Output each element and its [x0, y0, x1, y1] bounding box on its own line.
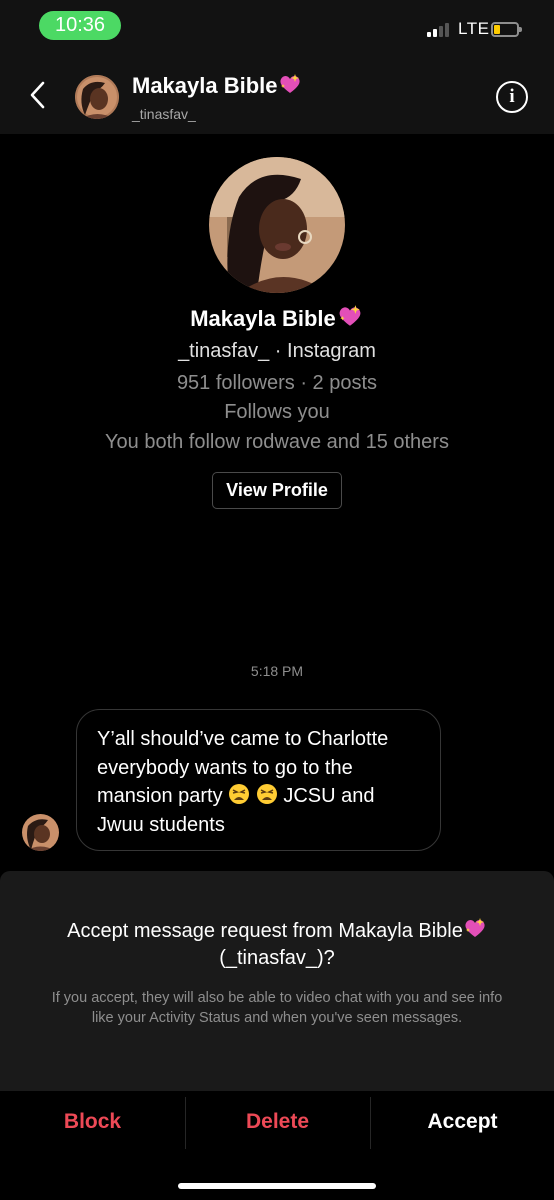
action-bar: Block Delete Accept [0, 1091, 554, 1200]
back-button[interactable] [26, 78, 50, 112]
message-line: mansion party JCSU and [97, 784, 375, 807]
info-button[interactable]: i [496, 81, 528, 113]
message-line: Y’all should’ve came to Charlotte [97, 728, 389, 750]
sparkling-heart-icon [279, 74, 300, 93]
profile-stats: 951 followers · 2 posts [176, 372, 378, 394]
request-title: Accept message request from Makayla Bibl… [30, 916, 524, 972]
chevron-left-icon [30, 81, 45, 109]
status-bar: 10:36 LTE [0, 0, 554, 56]
status-time: 10:36 [39, 11, 121, 40]
home-indicator[interactable] [178, 1183, 376, 1189]
message-line: Jwuu students [97, 813, 225, 836]
profile-avatar[interactable] [209, 157, 345, 293]
accept-button[interactable]: Accept [370, 1091, 554, 1153]
message-bubble[interactable]: Y’all should’ve came to Charlotte everyb… [76, 709, 441, 851]
info-icon: i [509, 86, 515, 107]
sender-avatar[interactable] [22, 814, 59, 851]
delete-button[interactable]: Delete [185, 1091, 370, 1153]
avatar[interactable] [75, 75, 119, 119]
network-type: LTE [458, 19, 490, 38]
block-button[interactable]: Block [0, 1091, 185, 1153]
chat-header: Makayla Bible _tinasfav_ i [0, 56, 554, 134]
profile-name: Makayla Bible [0, 303, 554, 332]
header-username: _tinasfav_ [132, 106, 196, 122]
battery-icon [491, 22, 522, 37]
view-profile-button[interactable]: View Profile [212, 472, 342, 509]
profile-handle: _tinasfav_ · Instagram [178, 340, 376, 362]
request-description: If you accept, they will also be able to… [51, 990, 503, 1026]
mutual-followers: You both follow rodwave and 15 others [105, 431, 449, 453]
message-request-panel: Accept message request from Makayla Bibl… [0, 871, 554, 1091]
tired-face-icon [229, 784, 250, 804]
sparkling-heart-icon [339, 305, 361, 326]
message-timestamp: 5:18 PM [250, 663, 304, 679]
message-line: everybody wants to go to the [97, 756, 353, 779]
signal-icon [427, 23, 455, 37]
tired-face-icon [256, 784, 277, 804]
header-name[interactable]: Makayla Bible [132, 72, 302, 99]
sparkling-heart-icon [465, 918, 485, 937]
follows-you-label: Follows you [224, 401, 330, 423]
